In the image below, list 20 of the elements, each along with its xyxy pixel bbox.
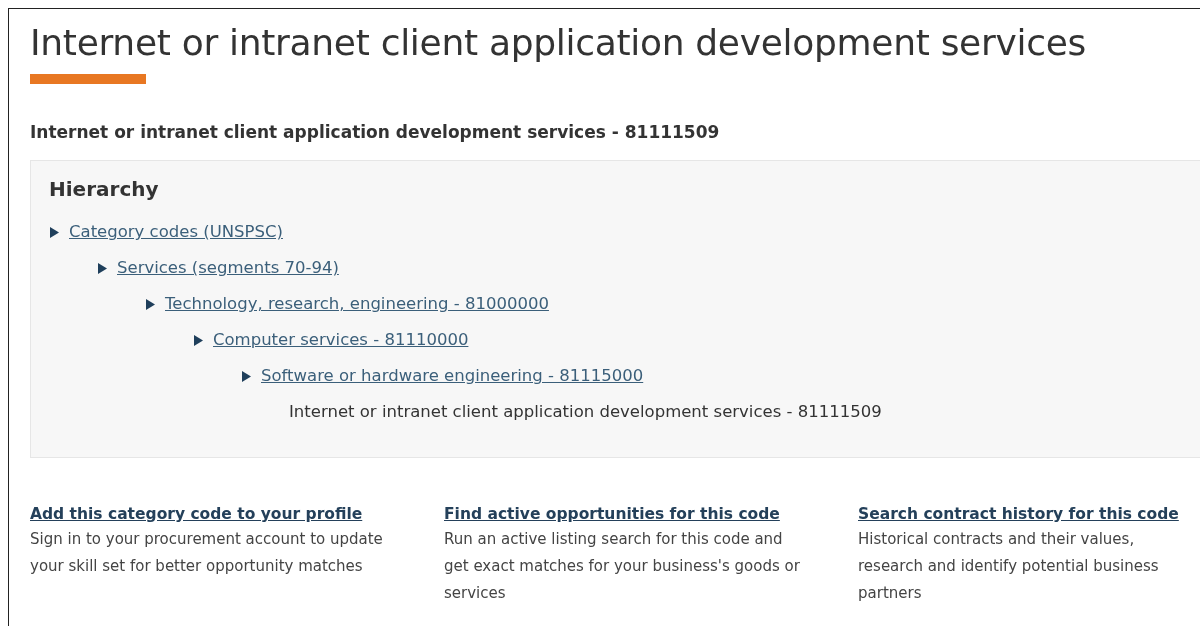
action-description: Historical contracts and their values, research and identify potential business partners — [858, 528, 1160, 604]
action-link[interactable]: Find active opportunities for this code — [444, 504, 780, 523]
triangle-icon — [241, 371, 251, 383]
action-description: Run an active listing search for this code and get exact matches for your business's goods or services — [444, 528, 801, 604]
triangle-icon — [97, 263, 107, 275]
page-title: Internet or intranet client application development services — [30, 21, 1087, 65]
code-heading: Internet or intranet client application development services - 81111509 — [30, 121, 721, 145]
triangle-icon — [145, 299, 155, 311]
action-link[interactable]: Add this category code to your profile — [30, 504, 363, 523]
triangle-icon — [193, 335, 203, 347]
hierarchy-link[interactable]: Services (segments 70-94) — [117, 256, 339, 282]
hierarchy-link[interactable]: Software or hardware engineering - 81115000 — [261, 364, 644, 390]
current-category: Internet or intranet client application development services - 81111509 — [289, 401, 882, 424]
triangle-icon — [49, 227, 59, 239]
hierarchy-link[interactable]: Category codes (UNSPSC) — [69, 220, 283, 246]
hierarchy-link[interactable]: Computer services - 81110000 — [213, 328, 469, 354]
action-description: Sign in to your procurement account to update your skill set for better opportunity matches — [30, 528, 384, 577]
action-link[interactable]: Search contract history for this code — [858, 504, 1179, 523]
hierarchy-link[interactable]: Technology, research, engineering - 81000000 — [165, 292, 549, 318]
hierarchy-heading: Hierarchy — [49, 176, 160, 201]
